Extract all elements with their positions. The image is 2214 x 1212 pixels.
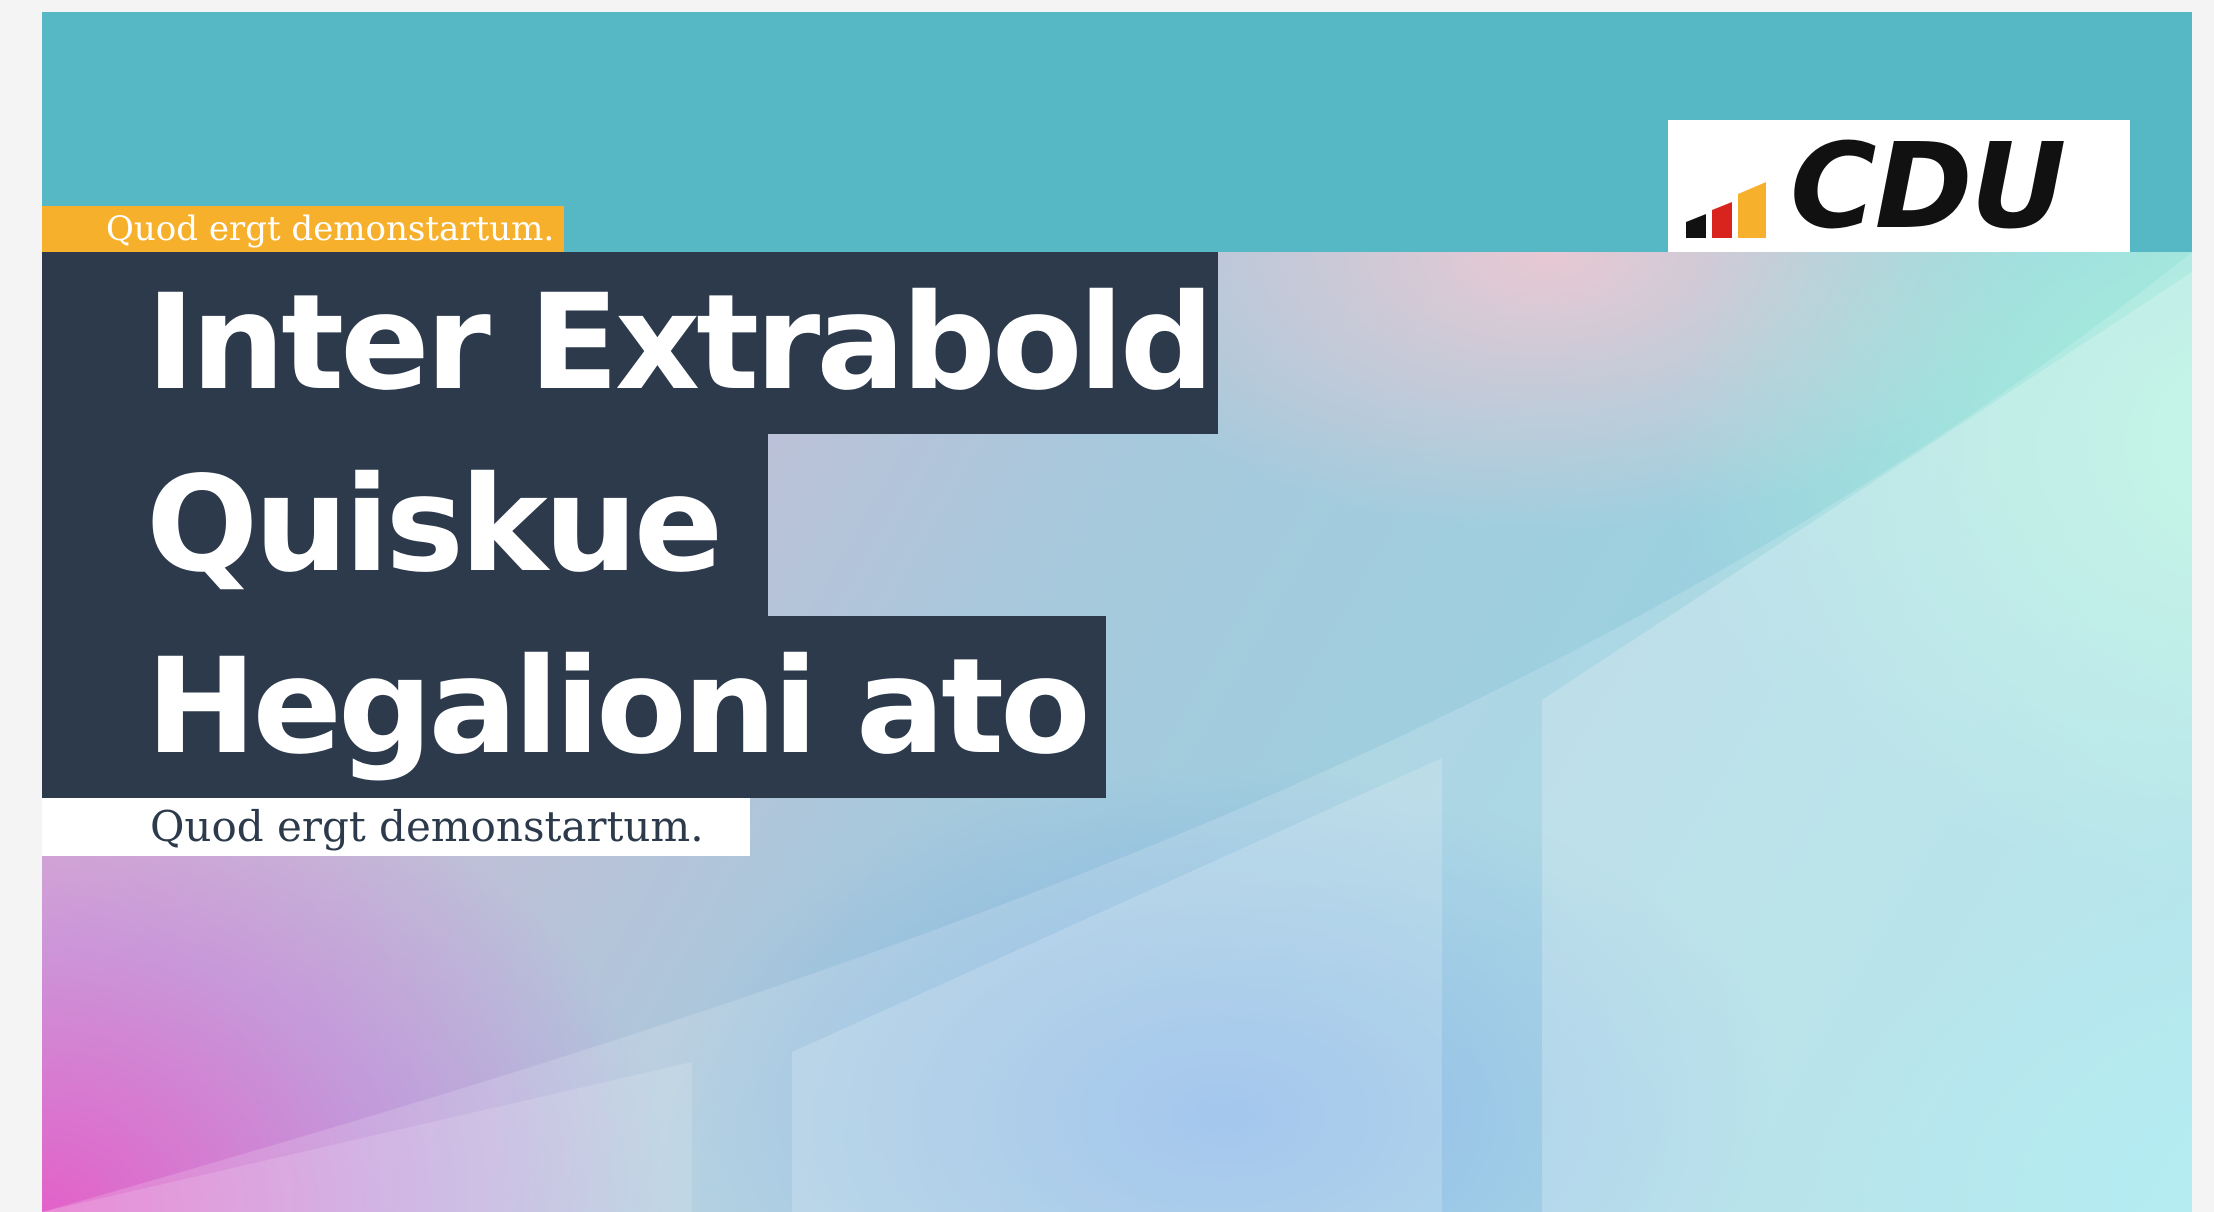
pillar-1: [42, 1062, 692, 1212]
pillar-3: [1542, 272, 2192, 1212]
headline-line-1: Inter Extrabold: [42, 252, 1218, 434]
poster-canvas: Quod ergt demonstartum. Inter Extrabold …: [42, 12, 2192, 1212]
subline-bottom: Quod ergt demonstartum.: [42, 798, 750, 856]
headline-line-3: Hegalioni ato: [42, 616, 1106, 798]
logo-text: CDU: [1790, 117, 2066, 255]
subline-top: Quod ergt demonstartum.: [42, 206, 564, 252]
headline-line-2: Quiskue: [42, 434, 768, 616]
cdu-bars-icon: [1686, 182, 1766, 238]
cdu-logo: CDU: [1668, 120, 2130, 252]
